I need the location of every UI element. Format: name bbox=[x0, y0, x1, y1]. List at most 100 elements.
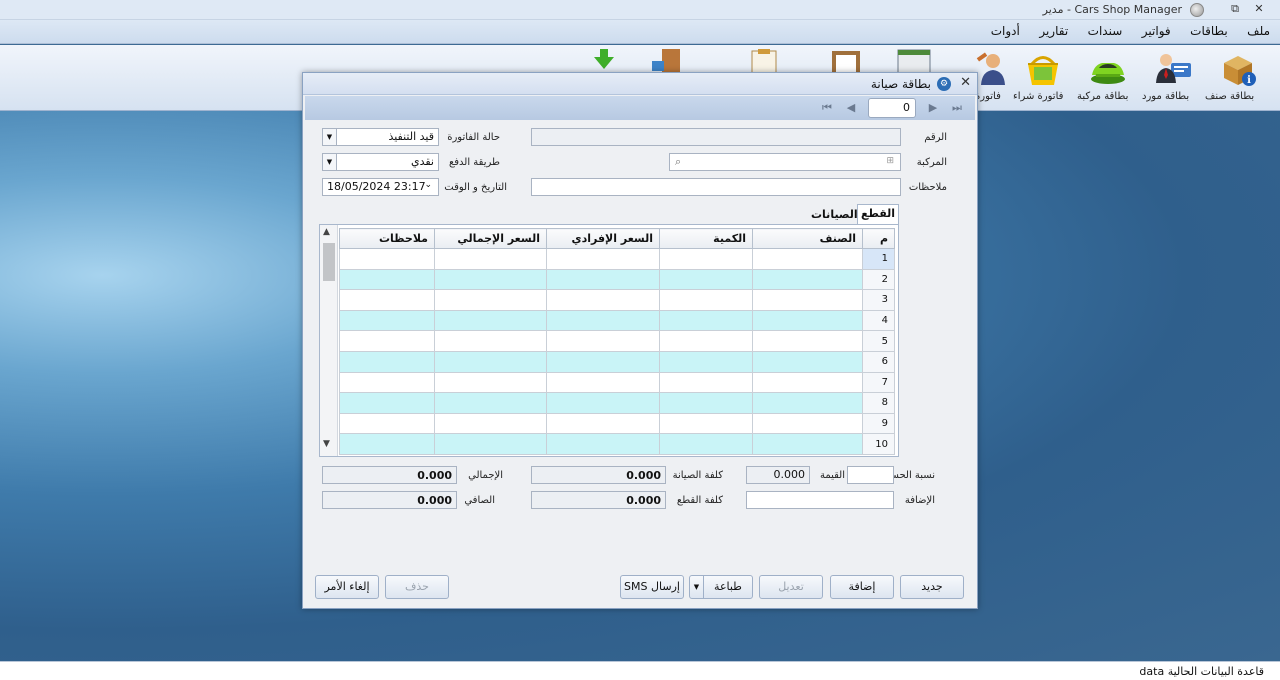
table-row[interactable]: 8 bbox=[339, 392, 895, 414]
row-number: 1 bbox=[862, 248, 895, 270]
payment-method-select[interactable]: نقدي ▼ bbox=[322, 153, 439, 171]
invoice-label: فاتورة bbox=[975, 91, 1001, 102]
table-row[interactable]: 4 bbox=[339, 309, 895, 332]
menu-vouchers[interactable]: سندات bbox=[1080, 20, 1131, 42]
total-label: الإجمالي bbox=[468, 470, 503, 481]
payment-method-label: طريقة الدفع bbox=[448, 157, 500, 168]
menu-cards[interactable]: بطاقات bbox=[1182, 20, 1236, 42]
menu-invoices[interactable]: فواتير bbox=[1134, 20, 1179, 42]
column-total-price[interactable]: السعر الإجمالي bbox=[434, 228, 547, 249]
row-number: 6 bbox=[862, 350, 895, 373]
net-label: الصافي bbox=[464, 495, 495, 506]
chevron-down-icon[interactable]: ▼ bbox=[690, 576, 704, 598]
maintenance-cost-field: 0.000 bbox=[531, 466, 666, 484]
previous-record-icon[interactable]: ◀ bbox=[843, 100, 859, 116]
value-field: 0.000 bbox=[746, 466, 810, 484]
next-record-icon[interactable]: ▶ bbox=[925, 100, 941, 116]
menu-reports[interactable]: تقارير bbox=[1031, 20, 1076, 42]
app-title: Cars Shop Manager - مدير bbox=[1042, 3, 1182, 16]
net-field: 0.000 bbox=[322, 491, 457, 509]
number-label: الرقم bbox=[924, 132, 947, 143]
dialog-close-icon[interactable]: ✕ bbox=[960, 75, 971, 90]
value-label: القيمة bbox=[819, 470, 845, 481]
datetime-value: 18/05/2024 23:17 bbox=[327, 180, 426, 193]
invoice-status-select[interactable]: قيد التنفيذ ▼ bbox=[322, 128, 439, 146]
table-row[interactable]: 10 bbox=[339, 433, 895, 455]
door-exit-icon[interactable] bbox=[650, 47, 686, 73]
record-number-input[interactable]: 0 bbox=[868, 98, 916, 118]
grid-scrollbar[interactable]: ▲ ▼ bbox=[320, 225, 338, 456]
addition-field[interactable] bbox=[746, 491, 894, 509]
first-record-icon[interactable]: ⏮ bbox=[819, 100, 835, 116]
vehicle-card-button[interactable]: بطاقة مركبة bbox=[1077, 49, 1139, 109]
close-window-icon[interactable]: ✕ bbox=[1252, 2, 1266, 16]
vehicle-picker-icon[interactable]: ⊞ bbox=[886, 156, 894, 166]
download-icon[interactable] bbox=[586, 47, 622, 73]
addition-label: الإضافة bbox=[904, 495, 935, 506]
table-row[interactable]: 5 bbox=[339, 330, 895, 352]
table-row[interactable]: 9 bbox=[339, 412, 895, 435]
print-button[interactable]: طباعة ▼ bbox=[689, 575, 753, 599]
column-index[interactable]: م bbox=[862, 228, 895, 249]
status-bar: قاعدة البيانات الحالية data bbox=[0, 661, 1280, 680]
parts-cost-label: كلفة القطع bbox=[676, 495, 723, 506]
status-text: قاعدة البيانات الحالية data bbox=[1139, 665, 1264, 678]
column-item[interactable]: الصنف bbox=[752, 228, 863, 249]
parts-grid: ▲ ▼ م الصنف الكمية السعر الإفرادي السعر … bbox=[319, 224, 899, 457]
scroll-down-icon[interactable]: ▼ bbox=[323, 439, 330, 449]
restore-window-icon[interactable]: ⧉ bbox=[1228, 2, 1242, 16]
notes-field[interactable] bbox=[531, 178, 901, 196]
invoice-status-label: حالة الفاتورة bbox=[447, 132, 500, 143]
discount-pct-field[interactable] bbox=[847, 466, 894, 484]
tab-parts[interactable]: القطع bbox=[857, 204, 899, 224]
edit-button[interactable]: تعديل bbox=[759, 575, 823, 599]
table-row[interactable]: 7 bbox=[339, 371, 895, 394]
notes-label: ملاحظات bbox=[908, 182, 947, 193]
item-card-button[interactable]: i بطاقة صنف bbox=[1205, 49, 1271, 109]
invoice-status-value: قيد التنفيذ bbox=[388, 130, 434, 143]
search-icon[interactable]: ⌕ bbox=[675, 155, 681, 169]
invoice-button[interactable]: فاتورة bbox=[975, 49, 1011, 109]
car-icon bbox=[1091, 63, 1125, 84]
payment-method-value: نقدي bbox=[410, 155, 434, 168]
item-card-label: بطاقة صنف bbox=[1205, 91, 1255, 102]
row-number: 2 bbox=[862, 268, 895, 291]
last-record-icon[interactable]: ⏭ bbox=[949, 100, 965, 116]
datetime-label: التاريخ و الوقت bbox=[444, 182, 507, 193]
clipboard-icon[interactable] bbox=[828, 47, 864, 73]
column-unit-price[interactable]: السعر الإفرادي bbox=[546, 228, 660, 249]
checklist-icon[interactable] bbox=[746, 47, 782, 73]
vehicle-label: المركبة bbox=[916, 157, 947, 168]
vehicle-field[interactable]: ⌕ ⊞ bbox=[669, 153, 901, 171]
table-row[interactable]: 1 bbox=[339, 248, 895, 270]
purchase-invoice-button[interactable]: فاتورة شراء bbox=[1013, 49, 1073, 109]
maintenance-card-dialog: بطاقة صيانة ⚙ ✕ ⏮ ◀ 0 ▶ ⏭ الرقم المركبة … bbox=[302, 72, 978, 609]
purchase-invoice-label: فاتورة شراء bbox=[1013, 91, 1064, 102]
calendar-icon[interactable] bbox=[896, 47, 932, 73]
scroll-up-icon[interactable]: ▲ bbox=[323, 227, 330, 237]
chevron-down-icon[interactable]: ▼ bbox=[323, 154, 337, 170]
table-row[interactable]: 2 bbox=[339, 268, 895, 291]
supplier-card-button[interactable]: بطاقة مورد bbox=[1142, 49, 1204, 109]
send-sms-button[interactable]: إرسال SMS bbox=[620, 575, 684, 599]
column-notes[interactable]: ملاحظات bbox=[339, 228, 435, 249]
table-row[interactable]: 6 bbox=[339, 350, 895, 373]
datetime-picker[interactable]: 18/05/2024 23:17 ⌄ bbox=[322, 178, 439, 196]
menu-tools[interactable]: أدوات bbox=[983, 20, 1028, 42]
chevron-down-icon[interactable]: ▼ bbox=[323, 129, 337, 145]
menu-file[interactable]: ملف bbox=[1239, 20, 1278, 42]
add-button[interactable]: إضافة bbox=[830, 575, 894, 599]
new-button[interactable]: جديد bbox=[900, 575, 964, 599]
delete-button[interactable]: حذف bbox=[385, 575, 449, 599]
cancel-button[interactable]: إلغاء الأمر bbox=[315, 575, 379, 599]
table-row[interactable]: 3 bbox=[339, 289, 895, 311]
vehicle-card-label: بطاقة مركبة bbox=[1077, 91, 1129, 102]
supplier-card-icon bbox=[1156, 54, 1191, 83]
row-number: 3 bbox=[862, 289, 895, 311]
column-quantity[interactable]: الكمية bbox=[659, 228, 753, 249]
tab-maintenance[interactable]: الصيانات bbox=[811, 206, 858, 226]
chevron-down-icon[interactable]: ⌄ bbox=[424, 180, 432, 190]
scroll-thumb[interactable] bbox=[323, 243, 335, 281]
svg-text:i: i bbox=[1247, 75, 1251, 86]
menu-bar: ملف بطاقات فواتير سندات تقارير أدوات bbox=[0, 20, 1280, 44]
